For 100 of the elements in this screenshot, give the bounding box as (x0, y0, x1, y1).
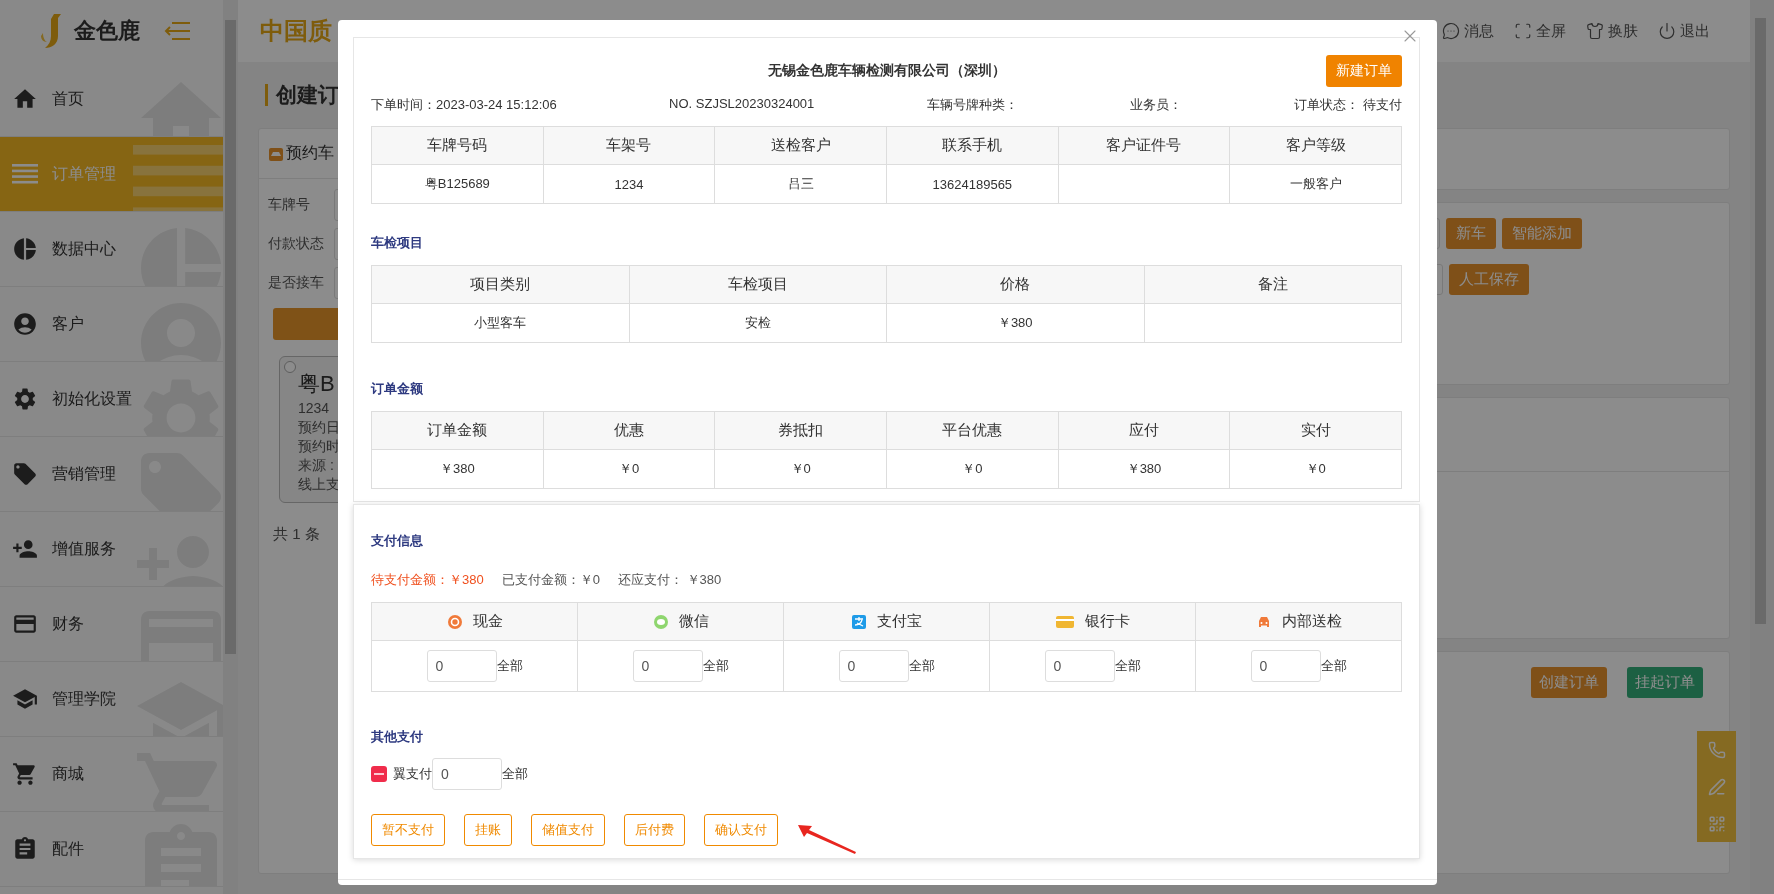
tag-icon (12, 461, 38, 487)
collapse-icon[interactable] (164, 20, 192, 42)
column-header: 平台优惠 (887, 412, 1059, 450)
table-cell: 粤B125689 (372, 165, 544, 204)
chat-icon (652, 613, 669, 630)
column-header: 联系手机 (887, 127, 1059, 165)
all-link[interactable]: 全部 (702, 657, 729, 675)
all-link[interactable]: 全部 (908, 657, 935, 675)
table-cell: 1234 (543, 165, 716, 204)
table-cell: 小型客车 (372, 304, 630, 343)
all-link[interactable]: 全部 (502, 765, 528, 783)
annotation-arrow (798, 825, 856, 854)
card-icon (1055, 613, 1075, 630)
table-cell: 安检 (629, 304, 887, 343)
method-label: 银行卡 (1085, 612, 1130, 631)
method-label: 翼支付 (393, 765, 432, 783)
order-info: 业务员： (1130, 96, 1183, 114)
order-info: 下单时间：2023-03-24 15:12:06 (371, 96, 557, 114)
payment-summary: 还应支付： ￥380 (617, 571, 722, 589)
payment-summary: 已支付金额：￥0 (501, 571, 600, 589)
section-title: 其他支付 (371, 728, 424, 746)
all-link[interactable]: 全部 (496, 657, 523, 675)
payment-button[interactable]: 暂不支付 (371, 814, 445, 846)
payment-button[interactable]: 挂账 (464, 814, 512, 846)
total-count: 共 1 条 (273, 525, 320, 544)
column-header: 券抵扣 (715, 412, 887, 450)
column-header: 客户证件号 (1058, 127, 1231, 165)
table-cell: ￥380 (887, 304, 1145, 343)
order-info: 订单状态： 待支付 (1294, 96, 1402, 114)
card-text: 预约日 (298, 418, 340, 437)
settings-icon (12, 386, 38, 412)
app-icon (371, 766, 387, 782)
power-icon (1658, 22, 1676, 40)
table-cell: 吕三 (715, 165, 887, 204)
column-header: 客户等级 (1230, 127, 1402, 165)
header-link[interactable]: 消息 (1442, 21, 1494, 41)
table-cell: ￥380 (372, 450, 544, 489)
menu-icon (12, 164, 38, 184)
method-label: 现金 (472, 612, 503, 631)
phone-icon[interactable] (1707, 740, 1726, 759)
field-label: 是否接车 (268, 273, 325, 292)
table-cell: 一般客户 (1230, 165, 1402, 204)
logo-text: 金色鹿 (74, 17, 140, 45)
column-header: 项目类别 (372, 266, 630, 304)
header-link[interactable]: 退出 (1658, 21, 1710, 41)
section-title: 车检项目 (371, 234, 424, 252)
field-label: 车牌号 (268, 195, 311, 214)
table-cell: ￥380 (1058, 450, 1231, 489)
shirt-icon (1586, 22, 1604, 40)
section-title: 支付信息 (371, 532, 424, 550)
card-text: 预约时 (298, 437, 340, 456)
column-header: 实付 (1230, 412, 1402, 450)
company-title: 无锡金色鹿车辆检测有限公司（深圳） (767, 62, 1006, 80)
method-label: 内部送检 (1281, 612, 1342, 631)
app-icon (851, 613, 867, 630)
method-label: 微信 (678, 612, 709, 631)
column-header: 备注 (1144, 266, 1402, 304)
order-info: 车辆号牌种类： (926, 96, 1018, 114)
fullscreen-icon (1514, 22, 1532, 40)
amount-input[interactable]: 0 (1250, 650, 1321, 682)
column-header: 车牌号码 (372, 127, 544, 165)
clipboard-icon (12, 836, 38, 862)
header-link[interactable]: 换肤 (1586, 21, 1638, 41)
table-cell: ￥0 (887, 450, 1059, 489)
all-link[interactable]: 全部 (1320, 657, 1347, 675)
amount-input[interactable]: 0 (838, 650, 909, 682)
column-header: 车架号 (543, 127, 716, 165)
amount-input[interactable]: 0 (426, 650, 497, 682)
card-text: 1234 (298, 399, 330, 418)
header-title: 中国质 (260, 16, 332, 46)
amount-input[interactable]: 0 (632, 650, 703, 682)
card-text: 来源 : (298, 456, 334, 475)
amount-input[interactable]: 0 (1044, 650, 1115, 682)
column-header: 车检项目 (629, 266, 887, 304)
qr-code-icon[interactable] (1707, 814, 1726, 833)
radio-button[interactable] (284, 361, 296, 373)
new-order-button[interactable]: 新建订单 (1326, 55, 1402, 87)
order-info: NO. SZJSL20230324001 (669, 96, 815, 113)
column-header: 价格 (887, 266, 1145, 304)
payment-button[interactable]: 储值支付 (531, 814, 605, 846)
amount-input[interactable]: 0 (432, 758, 502, 790)
table-cell: ￥0 (715, 450, 887, 489)
column-header: 应付 (1058, 412, 1231, 450)
table-cell: 13624189565 (887, 165, 1059, 204)
header-link[interactable]: 全屏 (1514, 21, 1566, 41)
payment-button[interactable]: 后付费 (624, 814, 685, 846)
table-cell: ￥0 (543, 450, 716, 489)
method-label: 支付宝 (877, 612, 922, 631)
payment-button[interactable]: 确认支付 (704, 814, 778, 846)
user-icon (12, 311, 38, 337)
message-icon (1442, 22, 1460, 40)
field-label: 付款状态 (268, 234, 325, 253)
panel-title: 预约车 (286, 143, 334, 163)
car-icon (268, 145, 284, 162)
all-link[interactable]: 全部 (1114, 657, 1141, 675)
column-header: 送检客户 (715, 127, 887, 165)
pen-icon[interactable] (1707, 777, 1726, 796)
plate-number: 粤B (298, 370, 335, 398)
cart-icon (12, 761, 38, 787)
chart-icon (12, 236, 38, 262)
